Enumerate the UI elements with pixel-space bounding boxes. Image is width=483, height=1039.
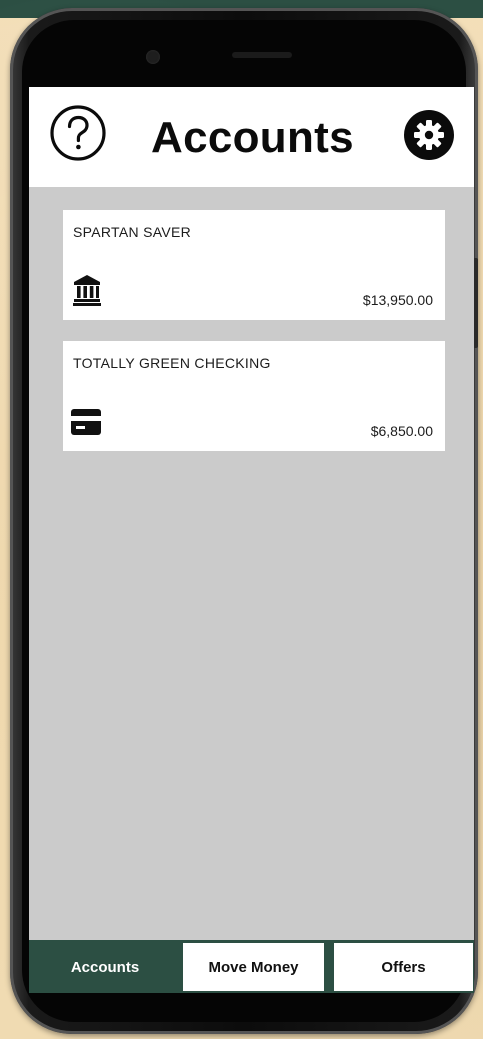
bottom-tab-bar: Accounts Move Money Offers [29,940,474,993]
app-screen: Accounts SPARTAN SAVER $13,950.00 TOTALL… [29,87,474,993]
earpiece-speaker [232,52,292,58]
account-card-spartan-saver[interactable]: SPARTAN SAVER $13,950.00 [63,210,445,320]
gear-icon[interactable] [403,109,455,161]
tab-accounts[interactable]: Accounts [29,943,181,991]
account-name: TOTALLY GREEN CHECKING [73,355,271,371]
help-circle-icon[interactable] [49,104,107,162]
tab-offers[interactable]: Offers [334,943,473,991]
front-camera [146,50,160,64]
app-header: Accounts [29,87,474,187]
page-title: Accounts [151,113,354,162]
credit-card-icon [71,409,101,435]
account-balance: $6,850.00 [370,423,433,439]
bank-icon [73,275,101,306]
account-name: SPARTAN SAVER [73,224,192,240]
account-balance: $13,950.00 [362,292,433,308]
tab-move-money[interactable]: Move Money [183,943,324,991]
account-card-totally-green-checking[interactable]: TOTALLY GREEN CHECKING $6,850.00 [63,341,445,451]
